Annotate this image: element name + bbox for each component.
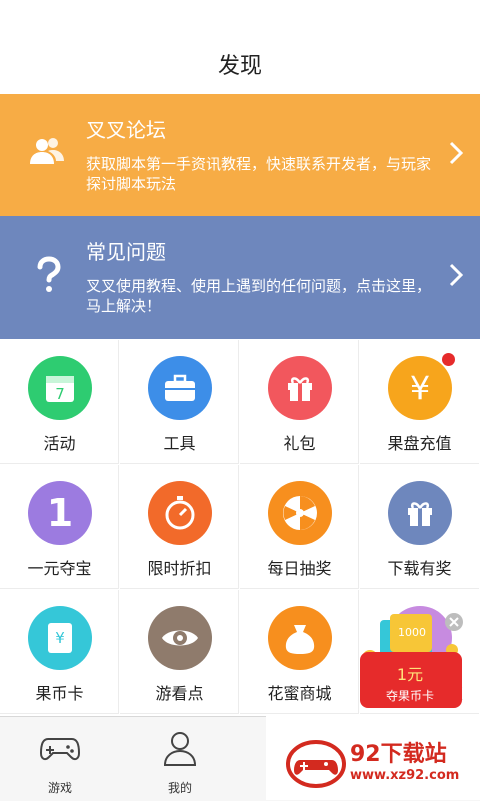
- faq-banner[interactable]: 常见问题 叉叉使用教程、使用上遇到的任何问题，点击这里，马上解决！: [0, 216, 480, 339]
- grid-item-download-reward[interactable]: 下载有奖: [360, 465, 479, 589]
- promo-card-value: 1000: [398, 626, 426, 639]
- grid-item-label: 礼包: [283, 434, 316, 453]
- grid-item-mall[interactable]: 花蜜商城: [240, 590, 359, 714]
- close-icon[interactable]: [444, 612, 464, 632]
- users-icon: [30, 138, 64, 164]
- wheel-icon: [268, 481, 332, 545]
- grid-item-recharge[interactable]: ¥ 果盘充值: [360, 340, 479, 464]
- faq-description: 叉叉使用教程、使用上遇到的任何问题，点击这里，马上解决！: [86, 277, 432, 315]
- tab-games[interactable]: 游戏: [0, 717, 120, 801]
- yen-icon: ¥: [388, 356, 452, 420]
- forum-description: 获取脚本第一手资讯教程，快速联系开发者，与玩家探讨脚本玩法: [86, 155, 432, 193]
- person-icon: [163, 732, 197, 766]
- promo-price: 1元: [397, 665, 423, 684]
- eye-icon: [148, 606, 212, 670]
- notification-dot: [442, 353, 455, 366]
- grid-item-label: 果币卡: [35, 684, 84, 703]
- toolbox-icon: [148, 356, 212, 420]
- forum-banner[interactable]: 叉叉论坛 获取脚本第一手资讯教程，快速联系开发者，与玩家探讨脚本玩法: [0, 94, 480, 216]
- page-title: 发现: [217, 54, 262, 79]
- grid-item-watch[interactable]: 游看点: [120, 590, 239, 714]
- grid-item-activity[interactable]: 7 活动: [0, 340, 119, 464]
- svg-text:7: 7: [55, 385, 65, 403]
- watermark-title: 92下载站: [350, 742, 447, 767]
- promo-float[interactable]: 1000 1元 夺果币卡: [352, 606, 470, 712]
- gift-icon: [268, 356, 332, 420]
- grid-item-label: 活动: [43, 434, 76, 453]
- bag-icon: [268, 606, 332, 670]
- tab-mine[interactable]: 我的: [120, 717, 240, 801]
- grid-item-label: 每日抽奖: [267, 559, 332, 578]
- gift-box-icon: [388, 481, 452, 545]
- site-watermark: 92下载站 www.xz92.com: [266, 716, 480, 800]
- calendar-icon: 7: [28, 356, 92, 420]
- gamepad-icon: [40, 738, 80, 761]
- watermark-logo-icon: [286, 740, 346, 788]
- tab-label: 游戏: [47, 781, 72, 795]
- forum-title: 叉叉论坛: [86, 118, 166, 142]
- grid-item-label: 工具: [163, 434, 196, 453]
- stopwatch-icon: [148, 481, 212, 545]
- grid-item-label: 花蜜商城: [267, 684, 332, 703]
- tab-label: 我的: [167, 781, 192, 795]
- promo-text: 夺果币卡: [386, 689, 434, 703]
- grid-item-label: 一元夺宝: [27, 559, 92, 578]
- question-icon: [37, 256, 61, 292]
- grid-item-label: 限时折扣: [147, 559, 212, 578]
- chevron-right-icon: [449, 263, 464, 287]
- grid-item-label: 下载有奖: [387, 559, 452, 578]
- grid-item-one-yuan[interactable]: 1 一元夺宝: [0, 465, 119, 589]
- svg-text:¥: ¥: [55, 629, 65, 647]
- coin-card-icon: ¥: [28, 606, 92, 670]
- number-one-icon: 1: [28, 481, 92, 545]
- grid-item-discount[interactable]: 限时折扣: [120, 465, 239, 589]
- app-header: 发现: [0, 0, 480, 95]
- watermark-url: www.xz92.com: [350, 768, 460, 783]
- grid-item-coin-card[interactable]: ¥ 果币卡: [0, 590, 119, 714]
- grid-item-label: 游看点: [155, 684, 204, 703]
- grid-item-gift[interactable]: 礼包: [240, 340, 359, 464]
- chevron-right-icon: [449, 141, 464, 165]
- faq-title: 常见问题: [86, 240, 166, 264]
- grid-item-tools[interactable]: 工具: [120, 340, 239, 464]
- grid-item-lottery[interactable]: 每日抽奖: [240, 465, 359, 589]
- grid-item-label: 果盘充值: [387, 434, 452, 453]
